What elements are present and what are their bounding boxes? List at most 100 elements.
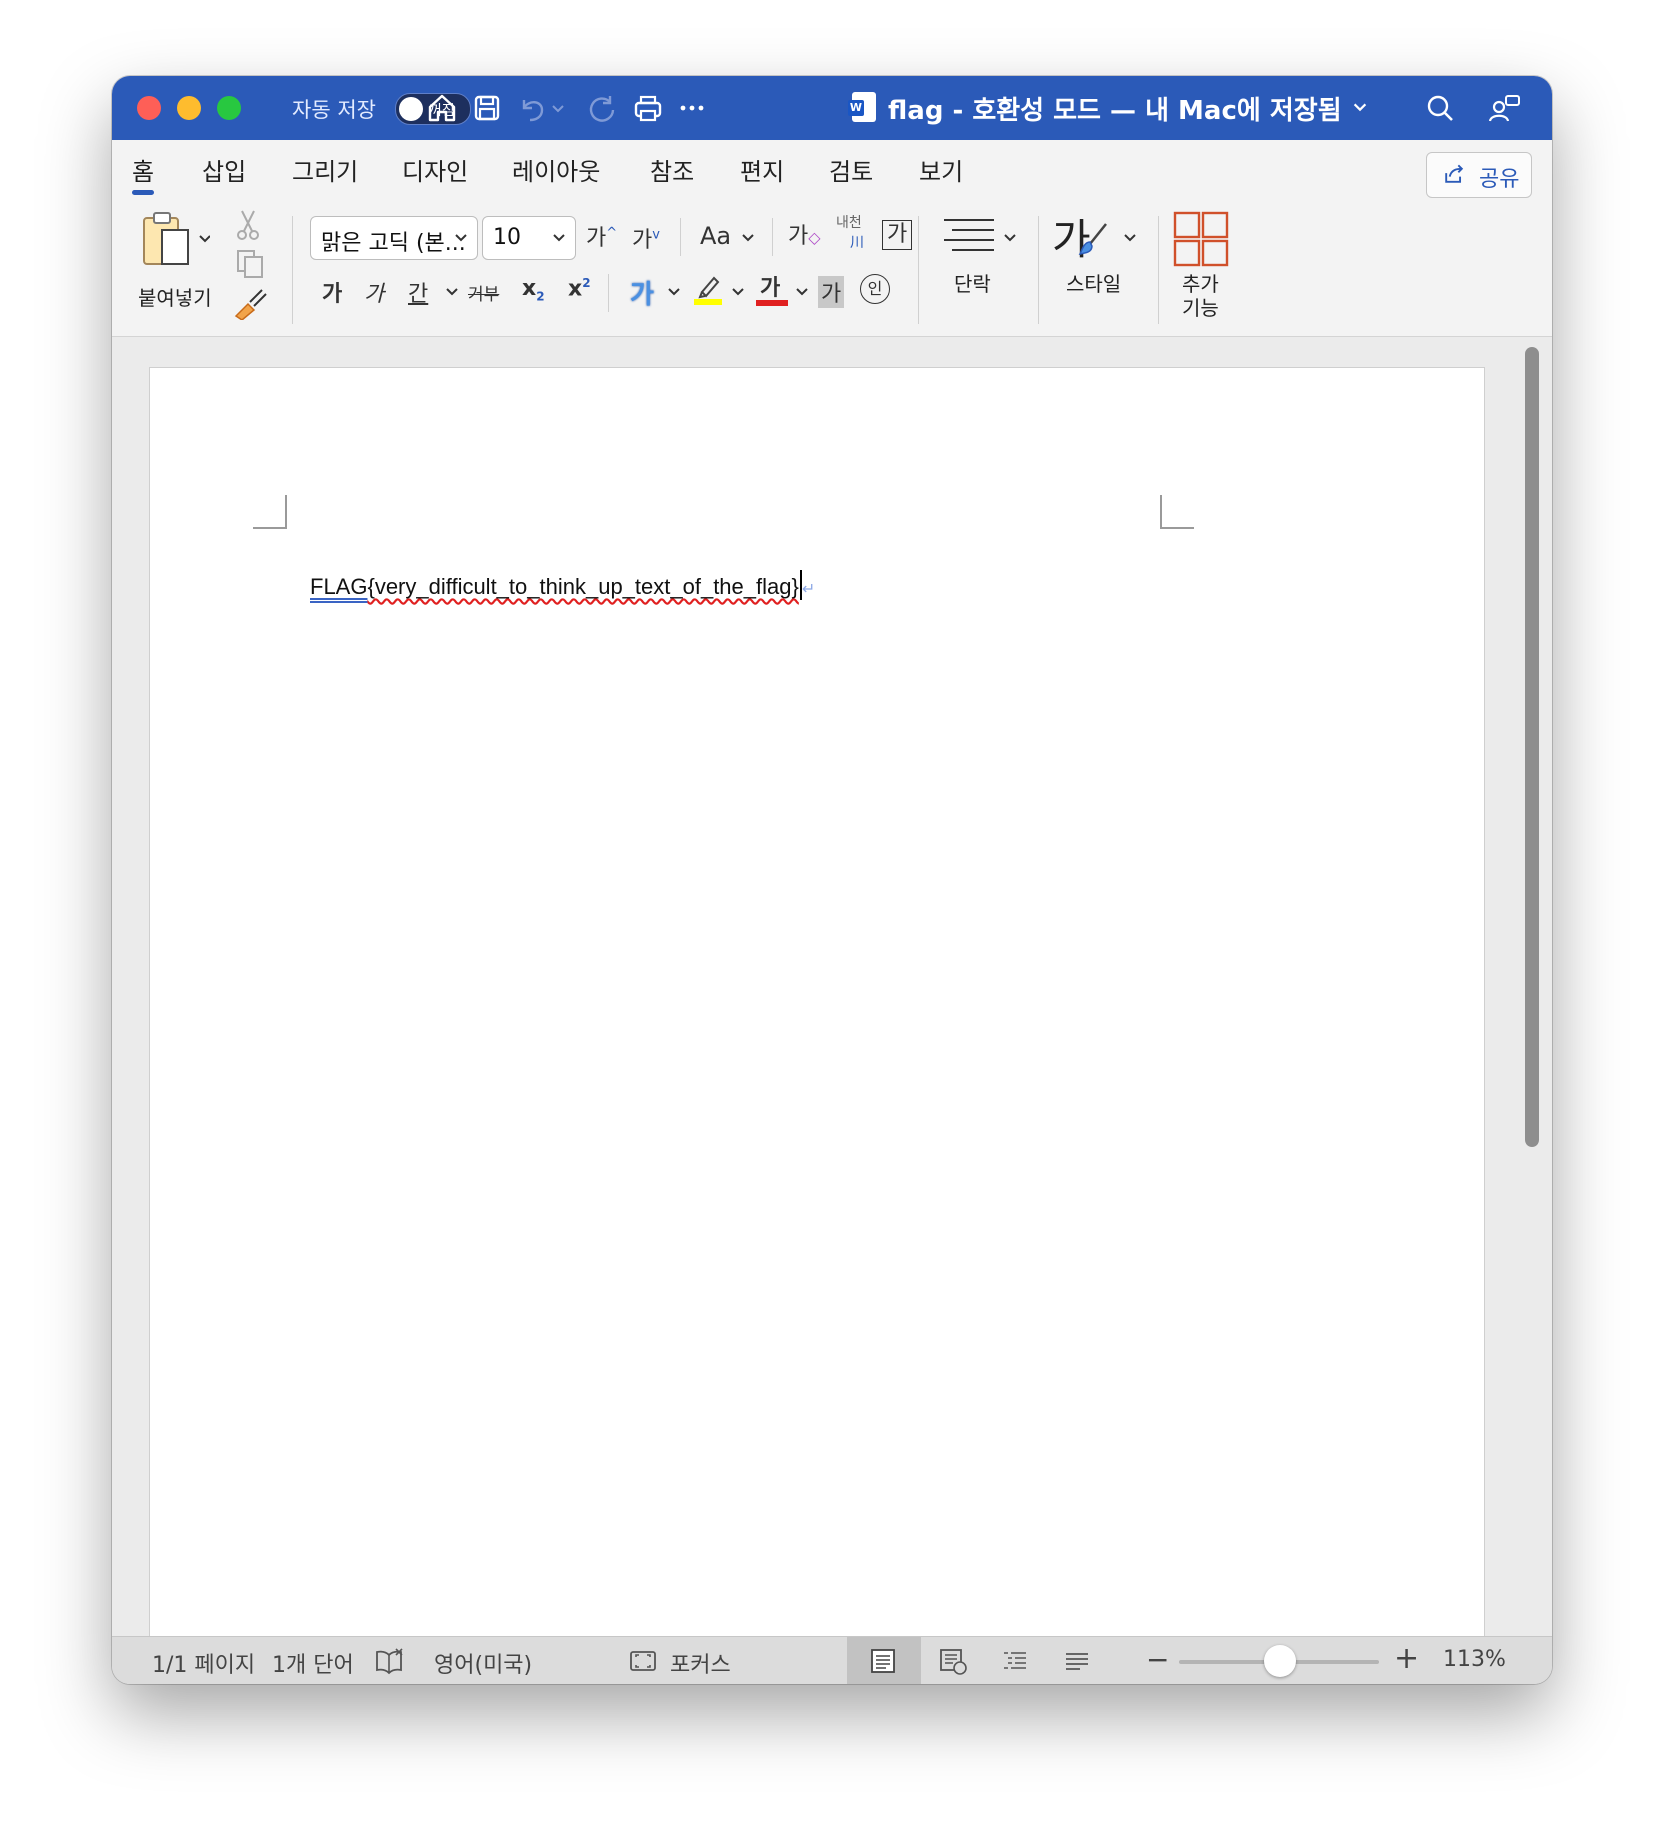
phonetic-guide-button[interactable]: 내천 川 [836, 212, 864, 252]
share-label: 공유 [1479, 167, 1520, 192]
change-case-button[interactable]: Aa [700, 222, 731, 250]
font-size-dropdown[interactable]: 10 [482, 216, 576, 260]
zoom-window-button[interactable] [217, 96, 241, 120]
chevron-down-icon[interactable] [1002, 230, 1018, 246]
document-title[interactable]: flag - 호환성 모드 — 내 Mac에 저장됨 [888, 90, 1369, 127]
chevron-down-icon[interactable] [1122, 230, 1138, 246]
home-icon[interactable] [422, 88, 462, 128]
font-size-value: 10 [493, 225, 521, 250]
tab-review[interactable]: 검토 [829, 152, 873, 187]
margin-corner-top-left [253, 495, 287, 529]
chevron-down-icon[interactable] [794, 284, 810, 300]
paste-button[interactable] [140, 210, 211, 276]
zoom-percentage[interactable]: 113% [1443, 1647, 1506, 1672]
tab-references[interactable]: 참조 [650, 152, 694, 187]
tab-layout[interactable]: 레이아웃 [512, 152, 600, 187]
minimize-window-button[interactable] [177, 96, 201, 120]
chevron-down-icon[interactable] [444, 284, 460, 300]
close-window-button[interactable] [137, 96, 161, 120]
web-layout-view-icon[interactable] [938, 1646, 968, 1676]
paragraph-mark-icon: ↵ [801, 581, 816, 598]
word-doc-icon: W [848, 92, 876, 122]
focus-icon[interactable] [628, 1646, 658, 1676]
italic-button[interactable]: 가 [364, 276, 384, 308]
separator [608, 274, 609, 312]
chevron-down-icon[interactable] [730, 284, 746, 300]
flag-body-text: {very_difficult_to_think_up_text_of_the_… [367, 574, 799, 599]
text-effects-button[interactable]: 가 [630, 274, 654, 311]
share-button[interactable]: 공유 [1426, 152, 1532, 198]
grow-font-button[interactable]: 가^ [586, 220, 617, 252]
title-chevron-down-icon [1353, 103, 1366, 112]
margin-corner-top-right [1160, 495, 1194, 529]
page-count[interactable]: 1/1 페이지 [152, 1647, 255, 1679]
bold-button[interactable]: 가 [322, 276, 342, 308]
tab-mailings[interactable]: 편지 [740, 152, 784, 187]
separator [772, 218, 773, 256]
scrollbar-thumb[interactable] [1525, 347, 1539, 1147]
save-icon[interactable] [467, 88, 507, 128]
chevron-down-icon[interactable] [740, 230, 756, 246]
group-separator [292, 216, 293, 324]
search-icon[interactable] [1420, 88, 1460, 128]
enclose-character-button[interactable]: 가 [882, 220, 913, 250]
tab-home[interactable]: 홈 [132, 152, 154, 187]
outline-view-icon[interactable] [1000, 1646, 1030, 1676]
cut-icon[interactable] [234, 208, 262, 242]
share-icon [1445, 164, 1464, 183]
tab-draw[interactable]: 그리기 [292, 152, 358, 187]
format-painter-icon[interactable] [232, 286, 268, 321]
document-canvas[interactable]: FLAG{very_difficult_to_think_up_text_of_… [112, 337, 1552, 1638]
draft-view-icon[interactable] [1062, 1646, 1092, 1676]
chevron-down-icon [553, 234, 565, 242]
document-page[interactable]: FLAG{very_difficult_to_think_up_text_of_… [149, 367, 1485, 1638]
paragraph-icon[interactable] [942, 214, 998, 258]
redo-icon[interactable] [582, 88, 622, 128]
document-title-text: flag - 호환성 모드 — 내 Mac에 저장됨 [888, 96, 1342, 126]
add-ins-icon[interactable] [1172, 210, 1230, 268]
flag-prefix-text: FLAG [310, 574, 368, 599]
title-bar: 자동 저장 꺼짐 W flag - 호환성 모드 — 내 Mac에 저장됨 [112, 76, 1552, 140]
tab-insert[interactable]: 삽입 [202, 152, 246, 187]
font-color-swatch [756, 300, 788, 306]
focus-label[interactable]: 포커스 [670, 1647, 731, 1679]
font-color-button[interactable]: 가 [756, 270, 788, 308]
copy-icon[interactable] [234, 248, 266, 280]
enclose-circle-button[interactable]: 인 [860, 274, 890, 304]
document-body-text[interactable]: FLAG{very_difficult_to_think_up_text_of_… [310, 570, 815, 600]
group-separator [918, 216, 919, 324]
tab-view[interactable]: 보기 [919, 152, 963, 187]
account-feedback-icon[interactable] [1484, 88, 1524, 128]
shrink-font-button[interactable]: 가v [632, 222, 660, 254]
zoom-in-button[interactable]: + [1394, 1641, 1419, 1676]
separator [680, 218, 681, 256]
strikethrough-button[interactable]: 거부 [468, 280, 499, 305]
character-shading-button[interactable]: 가 [818, 276, 845, 308]
styles-label: 스타일 [1066, 272, 1122, 296]
underline-button[interactable]: 간 [408, 276, 428, 308]
add-ins-label-line2: 기능 [1182, 296, 1219, 320]
subscript-button[interactable]: x2 [522, 276, 545, 303]
print-icon[interactable] [628, 88, 668, 128]
styles-button[interactable]: 가 [1052, 206, 1132, 266]
font-name-dropdown[interactable]: 맑은 고딕 (본... [310, 216, 478, 260]
zoom-out-button[interactable]: − [1146, 1643, 1169, 1676]
active-tab-indicator [132, 190, 154, 195]
word-count[interactable]: 1개 단어 [272, 1647, 354, 1679]
zoom-slider-thumb[interactable] [1264, 1645, 1296, 1677]
superscript-button[interactable]: x2 [568, 276, 591, 301]
font-color-glyph: 가 [760, 276, 781, 301]
undo-dropdown-chevron-icon[interactable] [548, 88, 568, 128]
undo-icon[interactable] [512, 88, 552, 128]
clear-formatting-button[interactable]: 가◇ [788, 218, 821, 250]
group-separator [1038, 216, 1039, 324]
proofing-book-icon[interactable] [374, 1646, 404, 1676]
tab-design[interactable]: 디자인 [402, 152, 468, 187]
language-indicator[interactable]: 영어(미국) [434, 1647, 532, 1679]
chevron-down-icon [455, 234, 467, 242]
highlighter-icon[interactable] [692, 272, 724, 306]
more-icon[interactable] [672, 88, 712, 128]
print-layout-view-icon[interactable] [868, 1646, 898, 1676]
chevron-down-icon[interactable] [666, 284, 682, 300]
home-ribbon: 붙여넣기 맑은 고딕 (본... 10 가^ 가v Aa 가◇ 내천 川 가 가 … [112, 202, 1552, 337]
